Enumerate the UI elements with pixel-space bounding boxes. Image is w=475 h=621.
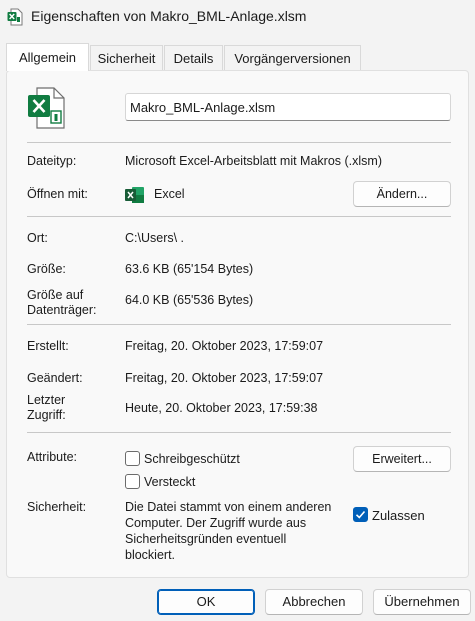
- location-label: Ort:: [27, 231, 48, 245]
- excel-file-icon: [7, 8, 23, 26]
- accessed-label-line2: Zugriff:: [27, 408, 66, 422]
- security-label: Sicherheit:: [27, 500, 87, 514]
- created-value: Freitag, 20. Oktober 2023, 17:59:07: [125, 339, 324, 353]
- hidden-checkbox[interactable]: [125, 474, 140, 489]
- attributes-label: Attribute:: [27, 450, 78, 464]
- size-label: Größe:: [27, 262, 66, 276]
- security-text-line1: Die Datei stammt von einem anderen: [125, 500, 332, 514]
- tab-allgemein[interactable]: Allgemein: [6, 43, 89, 71]
- apply-button[interactable]: Übernehmen: [373, 589, 471, 615]
- filename-input[interactable]: Makro_BML-Anlage.xlsm: [125, 93, 451, 121]
- unblock-checkbox[interactable]: [353, 507, 368, 522]
- size-on-disk-label-line1: Größe auf: [27, 288, 84, 302]
- security-text-line3: Sicherheitsgründen eventuell: [125, 532, 287, 546]
- unblock-label: Zulassen: [372, 508, 425, 523]
- size-value: 63.6 KB (65'154 Bytes): [125, 262, 254, 276]
- security-text-line4: blockiert.: [125, 548, 176, 562]
- accessed-label-line1: Letzter: [27, 393, 66, 407]
- tab-sicherheit[interactable]: Sicherheit: [90, 45, 163, 71]
- checkmark-icon: [355, 510, 366, 519]
- title-bar: Eigenschaften von Makro_BML-Anlage.xlsm: [0, 0, 475, 34]
- security-text-line2: Computer. Der Zugriff wurde aus: [125, 516, 307, 530]
- open-with-label: Öffnen mit:: [27, 187, 88, 201]
- excel-macro-file-icon: [28, 87, 65, 129]
- window-title: Eigenschaften von Makro_BML-Anlage.xlsm: [31, 8, 307, 24]
- general-panel: Makro_BML-Anlage.xlsm Dateityp: Microsof…: [6, 70, 469, 578]
- accessed-value: Heute, 20. Oktober 2023, 17:59:38: [125, 401, 318, 415]
- open-with-app: Excel: [154, 187, 185, 201]
- cancel-button[interactable]: Abbrechen: [265, 589, 363, 615]
- advanced-button[interactable]: Erweitert...: [353, 446, 451, 472]
- size-on-disk-label-line2: Datenträger:: [27, 303, 97, 317]
- separator: [27, 142, 451, 143]
- location-value: C:\Users\ .: [125, 231, 185, 245]
- separator: [27, 432, 451, 433]
- hidden-label: Versteckt: [144, 475, 196, 489]
- modified-label: Geändert:: [27, 371, 83, 385]
- readonly-checkbox[interactable]: [125, 451, 140, 466]
- file-type-value: Microsoft Excel-Arbeitsblatt mit Makros …: [125, 154, 382, 168]
- file-type-label: Dateityp:: [27, 154, 77, 168]
- modified-value: Freitag, 20. Oktober 2023, 17:59:07: [125, 371, 324, 385]
- separator: [27, 324, 451, 325]
- tab-details[interactable]: Details: [164, 45, 223, 71]
- created-label: Erstellt:: [27, 339, 69, 353]
- separator: [27, 216, 451, 217]
- readonly-label: Schreibgeschützt: [144, 452, 240, 466]
- ok-button[interactable]: OK: [157, 589, 255, 615]
- size-on-disk-value: 64.0 KB (65'536 Bytes): [125, 293, 254, 307]
- tab-vorgaengerversionen[interactable]: Vorgängerversionen: [224, 45, 361, 71]
- change-button[interactable]: Ändern...: [353, 181, 451, 207]
- excel-app-icon: [125, 187, 144, 203]
